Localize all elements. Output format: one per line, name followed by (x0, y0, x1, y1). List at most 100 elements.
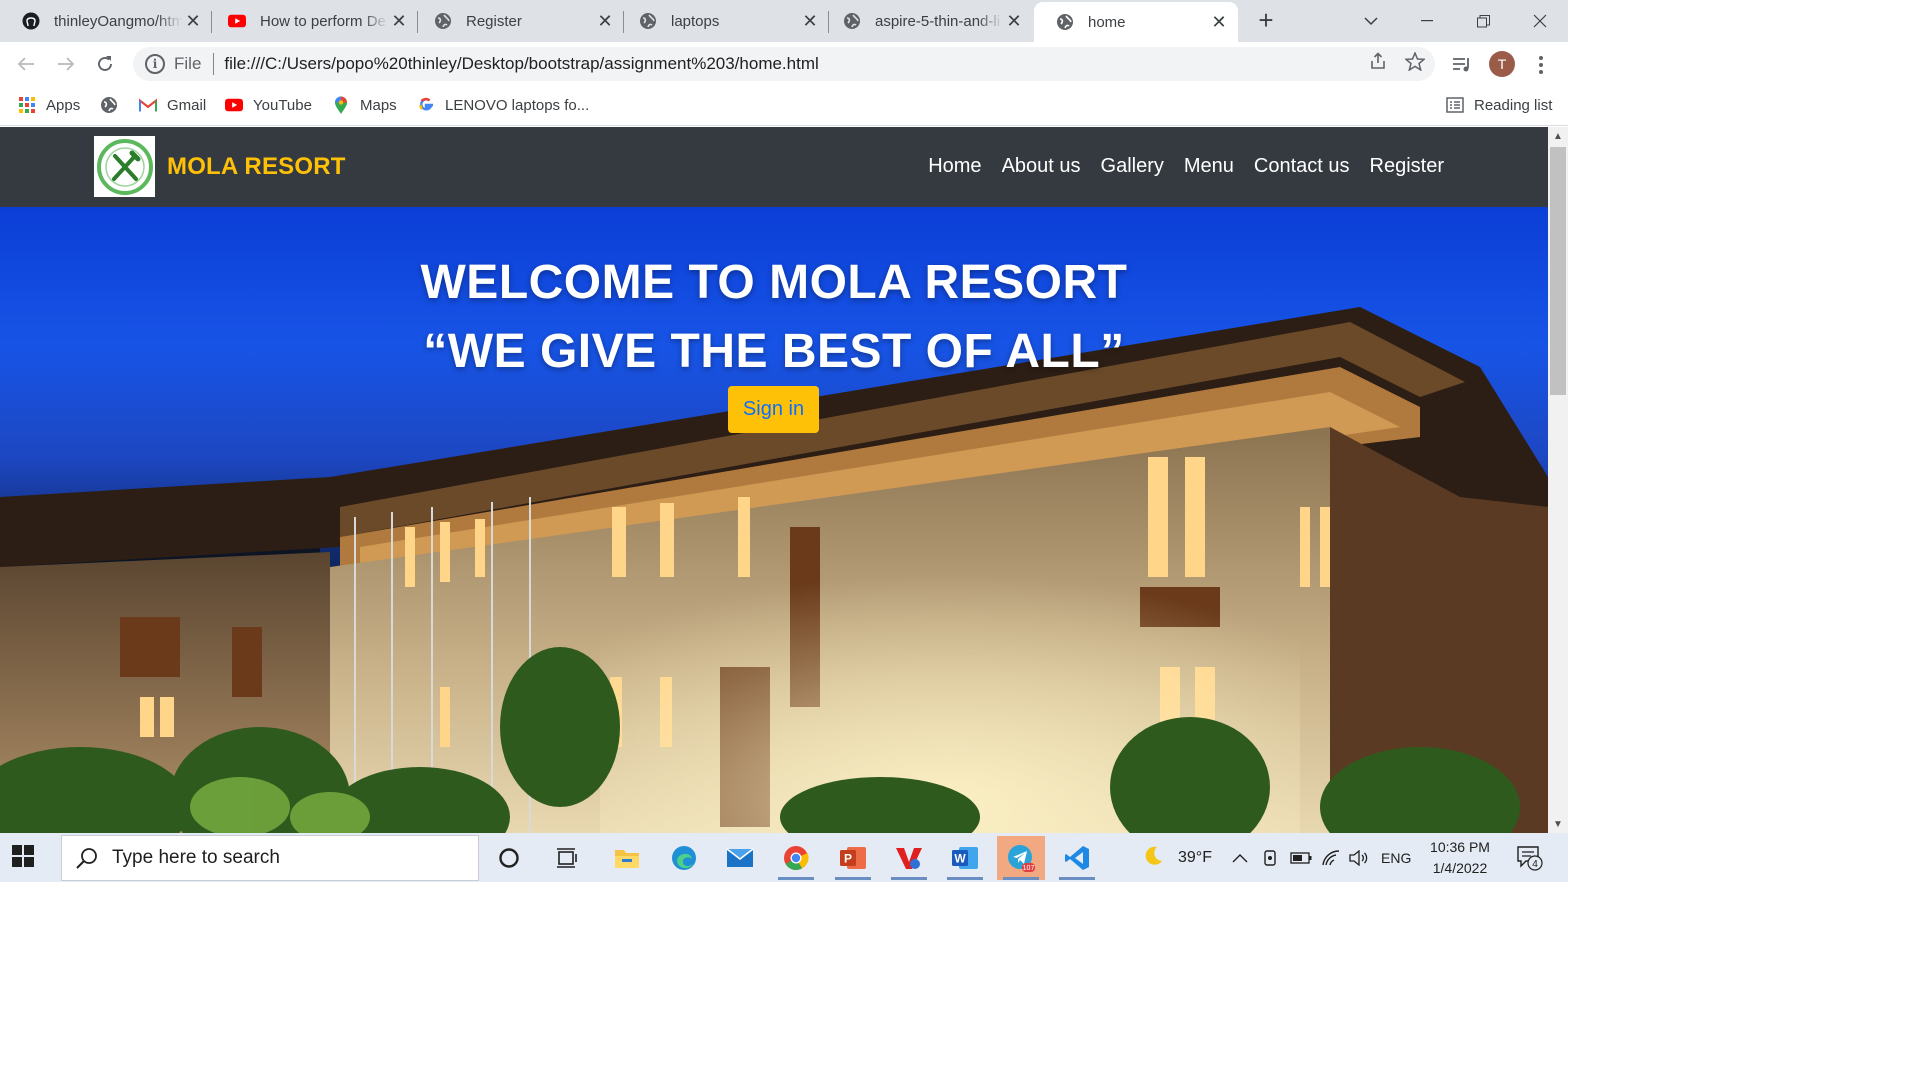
bookmark-label: Maps (360, 96, 397, 114)
tab-title: How to perform De (260, 12, 386, 30)
nav-link-about-us[interactable]: About us (1002, 155, 1081, 178)
nav-link-gallery[interactable]: Gallery (1101, 155, 1164, 178)
telegram-icon[interactable]: 107 (997, 836, 1045, 880)
bookmark-lenovo[interactable]: LENOVO laptops fo... (417, 94, 589, 116)
youtube-icon (225, 96, 243, 114)
apps-grid-icon (18, 96, 36, 114)
reading-list-button[interactable]: Reading list (1446, 94, 1552, 116)
page-viewport: MOLA RESORT Home About us Gallery Menu C… (0, 127, 1548, 833)
chrome-icon[interactable] (772, 836, 820, 880)
close-icon[interactable]: ✕ (594, 10, 616, 32)
nav-link-contact-us[interactable]: Contact us (1254, 155, 1350, 178)
scrollbar-thumb[interactable] (1550, 147, 1566, 395)
site-info-icon[interactable]: i (145, 54, 165, 74)
tab-title: home (1088, 13, 1126, 31)
nav-link-menu[interactable]: Menu (1184, 155, 1234, 178)
back-arrow-icon (17, 57, 34, 71)
volume-icon[interactable] (1349, 833, 1369, 882)
profile-avatar[interactable]: T (1489, 51, 1515, 77)
close-icon[interactable]: ✕ (1208, 11, 1230, 33)
vscode-icon[interactable] (1053, 836, 1101, 880)
omnibox-divider (213, 53, 215, 75)
nav-link-home[interactable]: Home (928, 155, 981, 178)
back-button[interactable] (10, 48, 42, 80)
bookmark-star-icon[interactable] (1404, 51, 1426, 76)
address-bar[interactable]: i File file:///C:/Users/popo%20thinley/D… (133, 47, 1435, 81)
close-icon[interactable]: ✕ (182, 10, 204, 32)
windows-start-icon[interactable] (12, 845, 38, 871)
edge-browser-icon[interactable] (660, 836, 708, 880)
share-icon[interactable] (1369, 52, 1387, 76)
taskbar-search-box[interactable]: Type here to search (61, 835, 479, 881)
notification-center-icon[interactable]: 4 (1516, 833, 1544, 882)
bookmark-label: Gmail (167, 96, 207, 114)
powerpoint-icon[interactable]: P (829, 836, 877, 880)
globe-icon (639, 12, 657, 30)
tab-register[interactable]: Register ✕ (412, 0, 624, 42)
sign-in-button[interactable]: Sign in (728, 386, 819, 433)
new-tab-button[interactable]: + (1252, 5, 1280, 35)
restaurant-logo[interactable] (94, 136, 155, 197)
tab-title: Register (466, 12, 522, 30)
close-icon[interactable]: ✕ (1003, 10, 1025, 32)
mail-icon[interactable] (716, 836, 764, 880)
restore-button[interactable] (1455, 0, 1511, 42)
bookmark-apps[interactable]: Apps (18, 94, 80, 116)
reload-button[interactable] (89, 48, 121, 80)
page-scrollbar[interactable]: ▲ ▼ (1548, 127, 1568, 833)
close-window-button[interactable] (1512, 0, 1568, 42)
bookmark-gmail[interactable]: Gmail (139, 94, 206, 116)
maps-pin-icon (332, 96, 350, 114)
minimize-button[interactable] (1399, 0, 1455, 42)
tab-home[interactable]: home ✕ (1034, 2, 1238, 42)
bookmark-label: Apps (46, 96, 81, 114)
tab-youtube[interactable]: How to perform De ✕ (206, 0, 418, 42)
scroll-up-arrow-icon[interactable]: ▲ (1548, 127, 1568, 145)
tab-search-chevron-icon[interactable] (1343, 0, 1399, 42)
bookmark-youtube[interactable]: YouTube (225, 94, 312, 116)
hero-tagline: “WE GIVE THE BEST OF ALL” (423, 325, 1125, 378)
fork-knife-icon (96, 138, 153, 195)
kebab-menu-icon[interactable] (1528, 52, 1554, 78)
show-hidden-icons-chevron-icon[interactable] (1232, 833, 1248, 882)
cortana-icon[interactable] (485, 836, 533, 880)
bookmark-maps[interactable]: Maps (332, 94, 397, 116)
tab-github[interactable]: thinleyOangmo/htm ✕ (0, 0, 212, 42)
battery-icon[interactable] (1290, 833, 1312, 882)
close-icon[interactable]: ✕ (388, 10, 410, 32)
language-indicator[interactable]: ENG (1381, 833, 1411, 882)
bookmark-globe[interactable] (100, 94, 128, 116)
moon-icon (1142, 845, 1164, 871)
taskbar-clock[interactable]: 10:36 PM 1/4/2022 (1420, 837, 1500, 879)
wifi-icon[interactable] (1321, 833, 1341, 882)
svg-text:W: W (954, 852, 966, 866)
forward-arrow-icon (58, 57, 75, 71)
file-explorer-icon[interactable] (603, 836, 651, 880)
site-nav-links: Home About us Gallery Menu Contact us Re… (928, 155, 1444, 178)
antivirus-icon[interactable] (885, 836, 933, 880)
github-icon (22, 12, 40, 30)
close-icon[interactable]: ✕ (799, 10, 821, 32)
reading-list-label: Reading list (1474, 96, 1553, 114)
nav-link-register[interactable]: Register (1370, 155, 1444, 178)
tab-strip: thinleyOangmo/htm ✕ How to perform De ✕ … (0, 0, 1568, 42)
tab-laptops[interactable]: laptops ✕ (617, 0, 829, 42)
gmail-icon (139, 96, 157, 114)
meet-now-icon[interactable] (1262, 833, 1280, 882)
site-navbar: MOLA RESORT Home About us Gallery Menu C… (0, 127, 1548, 207)
globe-icon (843, 12, 861, 30)
url-text[interactable]: file:///C:/Users/popo%20thinley/Desktop/… (224, 54, 818, 74)
tab-title: thinleyOangmo/htm (54, 12, 182, 30)
forward-button[interactable] (50, 48, 82, 80)
tab-aspire[interactable]: aspire-5-thin-and-li ✕ (821, 0, 1033, 42)
globe-icon (434, 12, 452, 30)
scheme-label: File (174, 54, 202, 73)
media-control-icon[interactable] (1449, 52, 1475, 78)
weather-widget[interactable]: 39°F (1142, 833, 1212, 882)
scroll-down-arrow-icon[interactable]: ▼ (1548, 815, 1568, 833)
bookmarks-bar: Apps Gmail YouTube Maps LENOVO laptops f… (0, 86, 1568, 126)
globe-icon (1056, 13, 1074, 31)
word-icon[interactable]: W (941, 836, 989, 880)
site-brand[interactable]: MOLA RESORT (167, 153, 346, 181)
task-view-icon[interactable] (543, 836, 591, 880)
